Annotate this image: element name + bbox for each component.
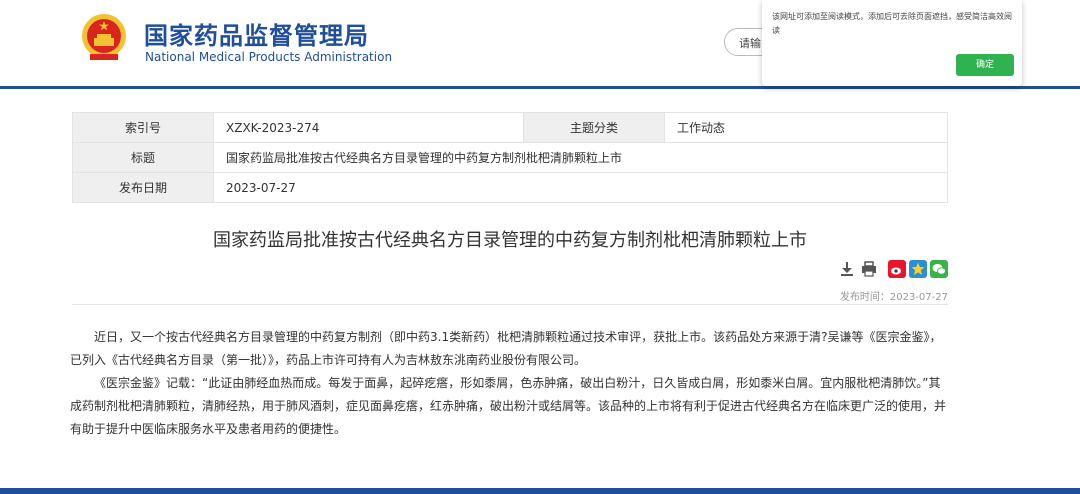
category-value: 工作动态 <box>664 112 948 143</box>
date-label: 发布日期 <box>72 172 214 203</box>
title-label: 标题 <box>72 142 214 173</box>
article-meta-table: 索引号 XZXK-2023-274 主题分类 工作动态 标题 国家药监局批准按古… <box>72 112 948 203</box>
table-row: 标题 国家药监局批准按古代经典名方目录管理的中药复方制剂枇杷清肺颗粒上市 <box>72 142 948 173</box>
article-title: 国家药监局批准按古代经典名方目录管理的中药复方制剂枇杷清肺颗粒上市 <box>213 230 807 251</box>
category-label: 主题分类 <box>523 112 665 143</box>
reader-mode-popup: 该网址可添加至阅读模式，添加后可去除页面遮挡，感受简洁高效阅读 确定 <box>762 0 1022 86</box>
article-body: 近日，又一个按古代经典名方目录管理的中药复方制剂（即中药3.1类新药）枇杷清肺颗… <box>70 326 950 441</box>
search-placeholder: 请输 <box>739 37 761 50</box>
index-label: 索引号 <box>72 112 214 143</box>
article-paragraph: 《医宗金鉴》记载：“此证由肺经血热而成。每发于面鼻，起碎疙瘩，形如黍屑，色赤肿痛… <box>70 376 947 436</box>
print-icon[interactable] <box>860 260 878 278</box>
weibo-icon[interactable] <box>888 260 906 278</box>
site-logo-subtitle[interactable]: National Medical Products Administration <box>145 50 392 64</box>
table-row: 索引号 XZXK-2023-274 主题分类 工作动态 <box>72 112 948 143</box>
qzone-icon[interactable] <box>909 260 927 278</box>
date-value: 2023-07-27 <box>213 172 948 203</box>
header-divider <box>0 86 1080 89</box>
publish-time: 发布时间：2023-07-27 <box>839 292 948 303</box>
index-value: XZXK-2023-274 <box>213 112 524 143</box>
site-logo-title[interactable]: 国家药品监督管理局 <box>144 16 369 51</box>
footer-bar <box>0 488 1080 494</box>
title-value: 国家药监局批准按古代经典名方目录管理的中药复方制剂枇杷清肺颗粒上市 <box>213 142 948 173</box>
article-paragraph: 近日，又一个按古代经典名方目录管理的中药复方制剂（即中药3.1类新药）枇杷清肺颗… <box>70 330 942 367</box>
download-icon[interactable] <box>838 260 856 278</box>
confirm-button[interactable]: 确定 <box>956 54 1014 76</box>
popup-message: 该网址可添加至阅读模式，添加后可去除页面遮挡，感受简洁高效阅读 <box>772 12 1012 35</box>
table-row: 发布日期 2023-07-27 <box>72 172 948 203</box>
national-emblem-icon <box>82 14 126 60</box>
wechat-icon[interactable] <box>930 260 948 278</box>
content-divider <box>72 304 948 305</box>
article-tools <box>838 260 950 280</box>
